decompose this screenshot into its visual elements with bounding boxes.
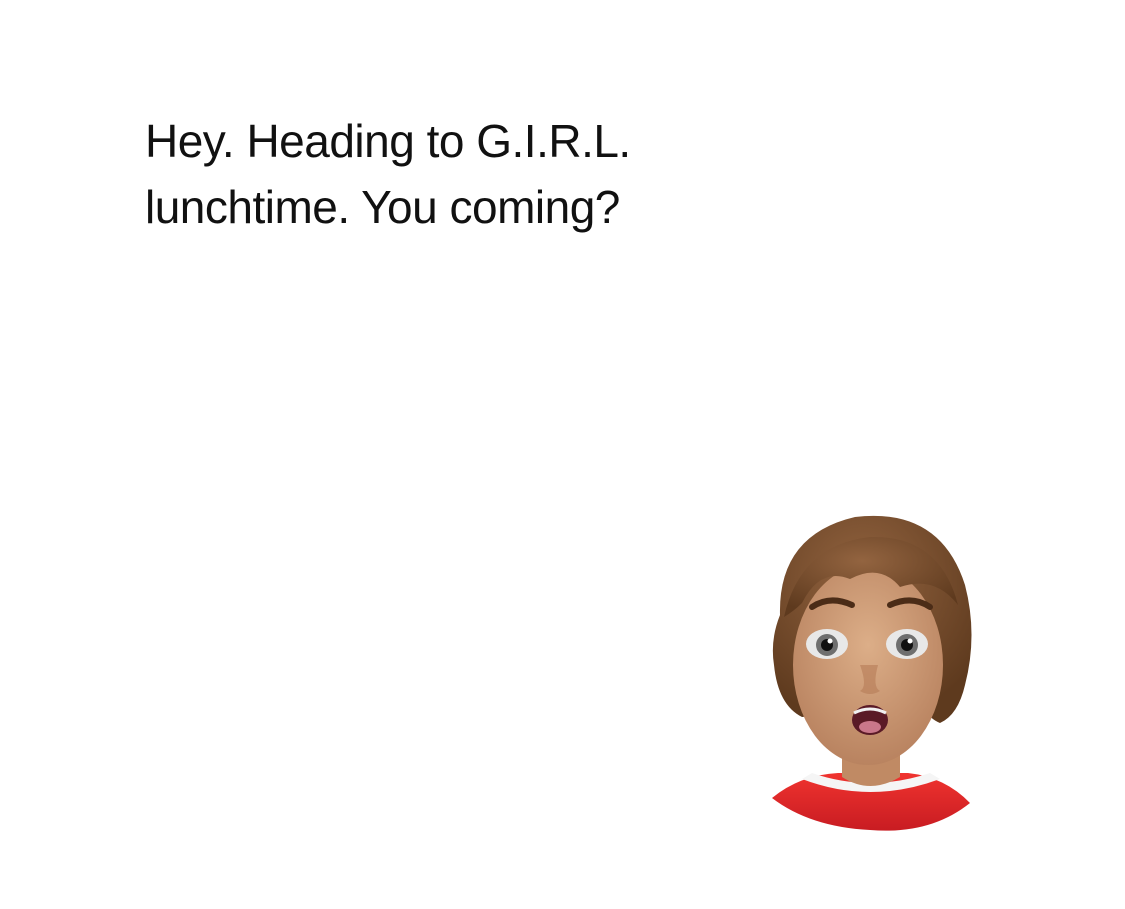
message-line-2: lunchtime. You coming?: [145, 181, 620, 233]
message-line-1: Hey. Heading to G.I.R.L.: [145, 115, 631, 167]
surprised-girl-avatar-icon: [760, 505, 980, 835]
chat-message-text: Hey. Heading to G.I.R.L. lunchtime. You …: [145, 108, 765, 240]
